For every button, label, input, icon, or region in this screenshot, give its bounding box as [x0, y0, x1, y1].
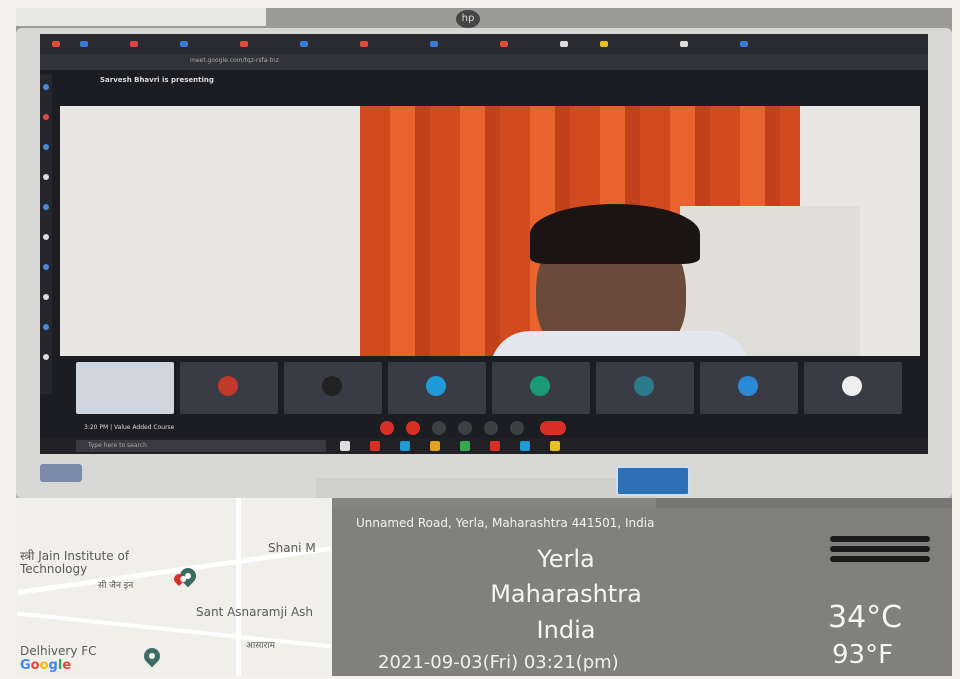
- avatar: [634, 376, 654, 396]
- hp-logo: hp: [456, 10, 480, 28]
- rail-icon: [43, 114, 49, 120]
- tab-icon: [130, 41, 138, 47]
- rail-icon: [43, 324, 49, 330]
- google-logo: Google: [20, 658, 72, 673]
- taskbar-icon[interactable]: [490, 441, 500, 451]
- left-app-rail: [40, 74, 52, 394]
- meeting-info: 3:20 PM | Value Added Course: [84, 424, 175, 431]
- taskbar-icon[interactable]: [340, 441, 350, 451]
- end-call-button[interactable]: [540, 421, 566, 435]
- asset-label-sticker: [16, 8, 266, 26]
- haze-wave: [830, 556, 930, 562]
- raise-hand-button[interactable]: [458, 421, 472, 435]
- taskbar-icon[interactable]: [400, 441, 410, 451]
- participant-tile[interactable]: [284, 362, 382, 414]
- map-pin-icon: [140, 644, 164, 668]
- map-label-institute: स्त्री Jain Institute of Technology: [20, 549, 130, 576]
- tab-icon: [52, 41, 60, 47]
- tab-icon: [740, 41, 748, 47]
- country-text: India: [536, 616, 596, 644]
- presenter-shirt: [490, 331, 750, 356]
- participant-tile[interactable]: [76, 362, 174, 414]
- tab-icon: [240, 41, 248, 47]
- address-text: Unnamed Road, Yerla, Maharashtra 441501,…: [356, 516, 655, 530]
- camera-off-button[interactable]: [406, 421, 420, 435]
- tab-icon: [180, 41, 188, 47]
- intel-sticker: [616, 466, 690, 496]
- rail-icon: [43, 174, 49, 180]
- taskbar-icon[interactable]: [430, 441, 440, 451]
- participant-tile[interactable]: [388, 362, 486, 414]
- avatar: [738, 376, 758, 396]
- address-bar: meet.google.com/tqz-rsfa-tnz: [40, 54, 928, 70]
- rail-icon: [43, 144, 49, 150]
- map-label-sant: Sant Asnaramji Ash: [196, 605, 314, 619]
- presenting-banner: Sarvesh Bhavri is presenting: [100, 76, 214, 84]
- rail-icon: [43, 354, 49, 360]
- rail-icon: [43, 204, 49, 210]
- rail-icon: [43, 264, 49, 270]
- avatar: [218, 376, 238, 396]
- monitor-sticker: [40, 464, 82, 482]
- state-text: Maharashtra: [490, 580, 642, 608]
- tab-icon: [560, 41, 568, 47]
- more-options-button[interactable]: [510, 421, 524, 435]
- taskbar-icon[interactable]: [370, 441, 380, 451]
- tab-icon: [80, 41, 88, 47]
- map-label-shani: Shani M: [268, 541, 316, 555]
- taskbar-icon[interactable]: [520, 441, 530, 451]
- road: [236, 498, 241, 676]
- avatar: [426, 376, 446, 396]
- taskbar-icon[interactable]: [460, 441, 470, 451]
- map-label-institute-native: सी जैन इन: [98, 581, 134, 591]
- temperature-fahrenheit: 93°F: [832, 640, 894, 670]
- taskbar-search[interactable]: Type here to search: [76, 440, 326, 452]
- url-text: meet.google.com/tqz-rsfa-tnz: [190, 57, 279, 64]
- rail-icon: [43, 84, 49, 90]
- participant-tiles: [76, 362, 926, 418]
- participant-tile[interactable]: [492, 362, 590, 414]
- haze-wave: [830, 536, 930, 542]
- map-label-delivery: Delhivery FC: [20, 644, 97, 658]
- participant-tile[interactable]: [596, 362, 694, 414]
- temperature-celsius: 34°C: [828, 600, 903, 635]
- rail-icon: [43, 234, 49, 240]
- mini-map[interactable]: स्त्री Jain Institute of Technology सी ज…: [16, 498, 332, 676]
- tab-icon: [680, 41, 688, 47]
- tab-icon: [360, 41, 368, 47]
- present-button[interactable]: [484, 421, 498, 435]
- tab-icon: [430, 41, 438, 47]
- browser-tab-bar: [40, 34, 928, 54]
- participant-tile[interactable]: [700, 362, 798, 414]
- monitor-screen: meet.google.com/tqz-rsfa-tnz Sarvesh Bha…: [40, 34, 928, 454]
- mic-off-button[interactable]: [380, 421, 394, 435]
- captions-button[interactable]: [432, 421, 446, 435]
- haze-wave: [830, 546, 930, 552]
- participant-tile[interactable]: [804, 362, 902, 414]
- main-video: [60, 106, 920, 356]
- presenter-hair: [530, 204, 700, 264]
- city-text: Yerla: [537, 545, 595, 573]
- avatar: [530, 376, 550, 396]
- meeting-controls: 3:20 PM | Value Added Course: [40, 418, 928, 438]
- avatar: [322, 376, 342, 396]
- tab-icon: [600, 41, 608, 47]
- tab-icon: [500, 41, 508, 47]
- participant-tile[interactable]: [180, 362, 278, 414]
- tab-icon: [300, 41, 308, 47]
- taskbar-icon[interactable]: [550, 441, 560, 451]
- map-label-sant-native: आसाराम: [246, 641, 276, 651]
- datetime-text: 2021-09-03(Fri) 03:21(pm): [378, 652, 619, 673]
- rail-icon: [43, 294, 49, 300]
- avatar: [842, 376, 862, 396]
- windows-taskbar: Type here to search: [40, 438, 928, 454]
